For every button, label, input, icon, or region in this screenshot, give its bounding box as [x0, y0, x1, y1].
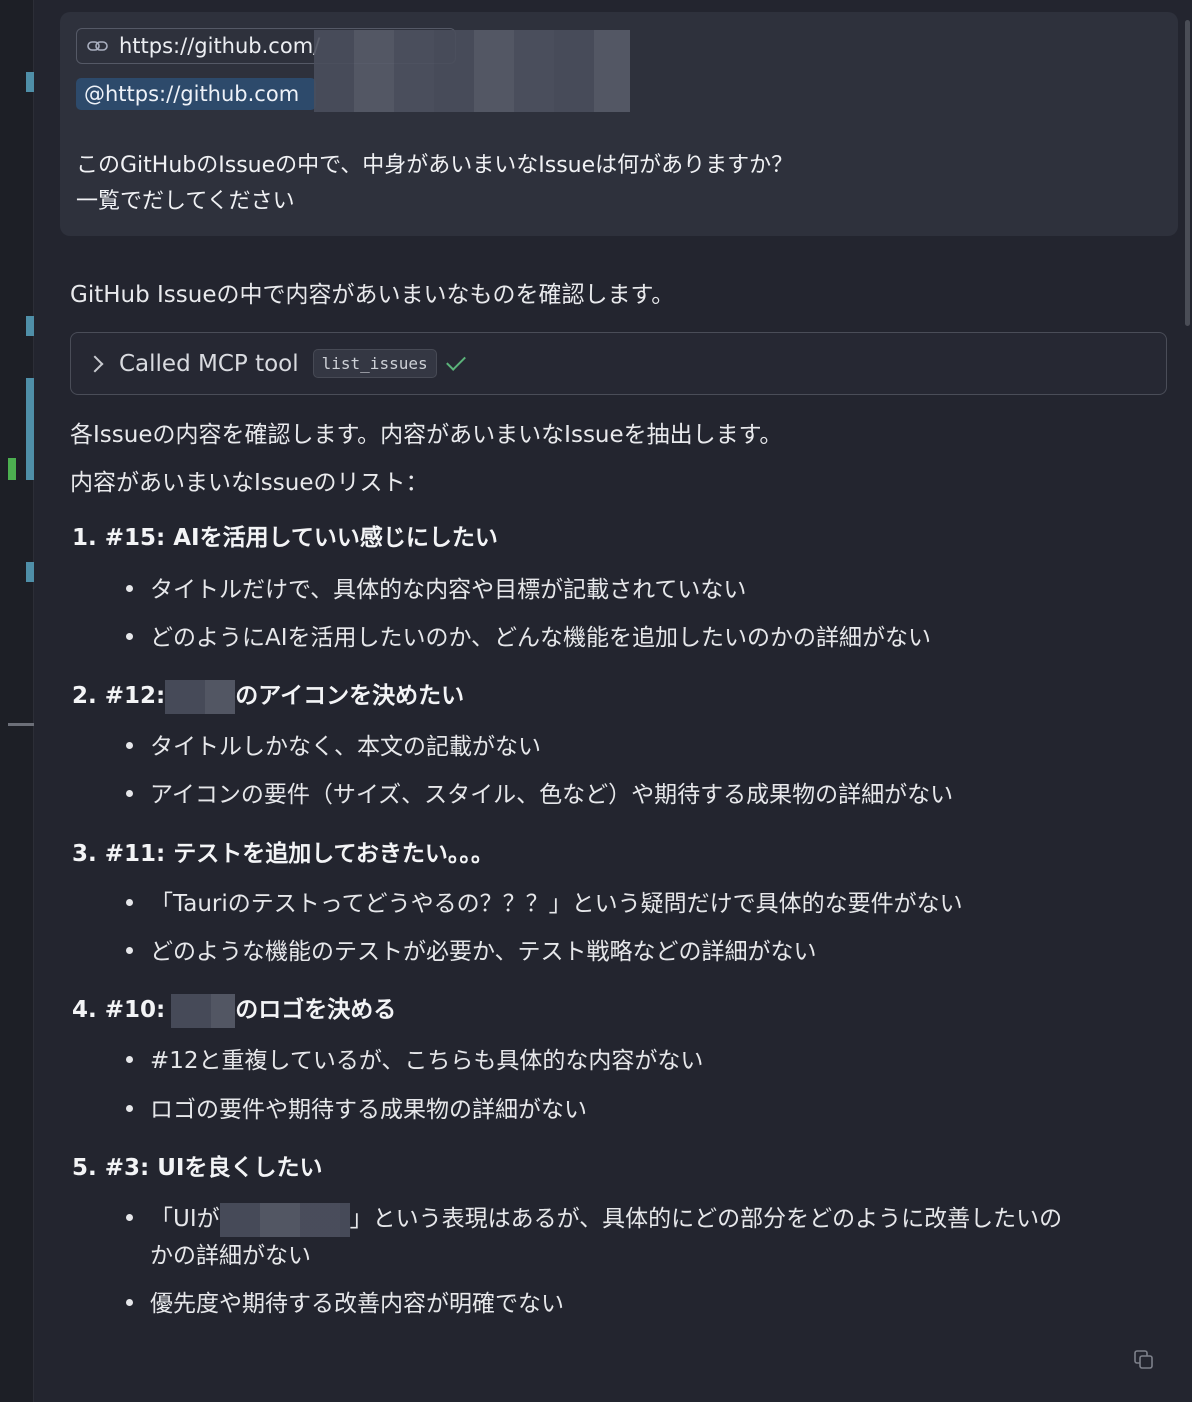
bullet-text: 「Tauriのテストってどうやるの？？？」という疑問だけで具体的な要件がない — [150, 891, 963, 917]
item-title-post: のロゴを決める — [235, 997, 397, 1023]
issue-heading: 1. #15: AIを活用していい感じにしたい — [72, 518, 498, 552]
item-title-post: のアイコンを決めたい — [235, 683, 465, 709]
assistant-line-3: 内容があいまいなIssueのリスト： — [70, 470, 429, 496]
list-item: 「UIが 」という表現はあるが、具体的にどの部分をどのように改善したいの — [126, 1199, 1062, 1237]
redacted-block — [165, 679, 236, 714]
list-item: アイコンの要件（サイズ、スタイル、色など）や期待する成果物の詳細がない — [126, 775, 953, 809]
item-title-pre: #12: — [104, 683, 166, 709]
bullet-text: 「UIが — [150, 1206, 220, 1232]
bullet-text-continued: かの詳細がない — [150, 1243, 311, 1269]
list-item: 「Tauriのテストってどうやるの？？？」という疑問だけで具体的な要件がない — [126, 884, 963, 918]
bullet-text: アイコンの要件（サイズ、スタイル、色など）や期待する成果物の詳細がない — [150, 782, 954, 808]
list-item: タイトルだけで、具体的な内容や目標が記載されていない — [126, 570, 746, 604]
url-mention: @https://github.com — [76, 78, 316, 110]
gutter-marker — [26, 72, 34, 92]
item-title: #15: AIを活用していい感じにしたい — [104, 525, 498, 551]
issue-heading: 5. #3: UIを良くしたい — [72, 1148, 322, 1182]
user-message: https://github.com/ @https://github.com … — [60, 12, 1178, 236]
mcp-tool-call-card[interactable]: Called MCP tool list_issues — [70, 332, 1167, 395]
list-item: どのようにAIを活用したいのか、どんな機能を追加したいのかの詳細がない — [126, 618, 931, 652]
redacted-block — [219, 1202, 350, 1237]
bullet-text: タイトルだけで、具体的な内容や目標が記載されていない — [150, 577, 747, 603]
user-message-text: このGitHubのIssueの中で、中身があいまいなIssueは何がありますか？… — [76, 148, 793, 220]
list-item: #12と重複しているが、こちらも具体的な内容がない — [126, 1041, 703, 1075]
item-title-pre: #10: — [104, 997, 166, 1023]
bullet-text: どのようにAIを活用したいのか、どんな機能を追加したいのかの詳細がない — [150, 625, 932, 651]
redacted-block — [314, 30, 630, 112]
gutter-marker — [26, 378, 34, 480]
issue-heading: 4. #10: のロゴを決める — [72, 990, 396, 1028]
gutter-marker — [26, 316, 34, 336]
list-item: 優先度や期待する改善内容が明確でない — [126, 1284, 564, 1318]
editor-gutter — [0, 0, 34, 1402]
url-chip-text: https://github.com/ — [119, 34, 321, 58]
item-number: 5. — [72, 1155, 97, 1181]
item-number: 1. — [72, 525, 97, 551]
assistant-intro: GitHub Issueの中で内容があいまいなものを確認します。 — [70, 282, 675, 308]
list-item: どのような機能のテストが必要か、テスト戦略などの詳細がない — [126, 932, 817, 966]
bullet-text: タイトルしかなく、本文の記載がない — [150, 734, 541, 760]
copy-icon[interactable] — [1134, 1350, 1154, 1370]
issue-heading: 3. #11: テストを追加しておきたい。。。 — [72, 834, 494, 868]
chevron-right-icon[interactable] — [86, 355, 104, 372]
bullet-text: 優先度や期待する改善内容が明確でない — [150, 1291, 564, 1317]
item-title: #11: テストを追加しておきたい。。。 — [104, 841, 494, 867]
redacted-block — [171, 993, 236, 1028]
bullet-text: 」という表現はあるが、具体的にどの部分をどのように改善したいの — [349, 1206, 1063, 1232]
user-line-2: 一覧でだしてください — [76, 189, 295, 214]
item-number: 3. — [72, 841, 97, 867]
item-title: #3: UIを良くしたい — [104, 1155, 323, 1181]
gutter-divider — [8, 723, 34, 726]
tool-name-chip: list_issues — [312, 349, 437, 378]
gutter-marker — [26, 562, 34, 582]
bullet-text: ロゴの要件や期待する成果物の詳細がない — [150, 1097, 587, 1123]
bullet-text: #12と重複しているが、こちらも具体的な内容がない — [150, 1048, 704, 1074]
item-number: 2. — [72, 683, 97, 709]
list-item: タイトルしかなく、本文の記載がない — [126, 727, 541, 761]
user-line-1: このGitHubのIssueの中で、中身があいまいなIssueは何がありますか？ — [76, 153, 794, 178]
link-icon — [87, 41, 108, 51]
gutter-marker-added — [8, 458, 16, 480]
scrollbar[interactable] — [1185, 20, 1190, 326]
bullet-text: どのような機能のテストが必要か、テスト戦略などの詳細がない — [150, 939, 817, 965]
issue-heading: 2. #12: のアイコンを決めたい — [72, 676, 464, 714]
list-item: ロゴの要件や期待する成果物の詳細がない — [126, 1090, 587, 1124]
check-icon — [445, 350, 466, 371]
tool-call-label: Called MCP tool — [119, 350, 299, 377]
assistant-line-2: 各Issueの内容を確認します。内容があいまいなIssueを抽出します。 — [70, 422, 783, 448]
item-number: 4. — [72, 997, 97, 1023]
